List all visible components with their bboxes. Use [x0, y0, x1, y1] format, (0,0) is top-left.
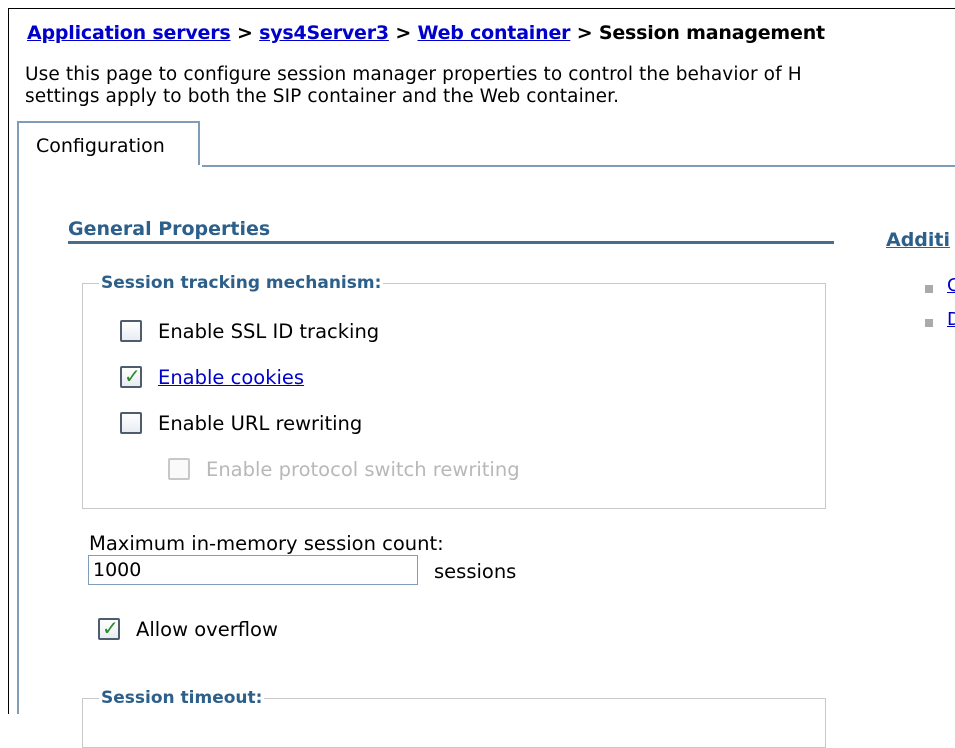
bullet-icon [925, 285, 933, 293]
allow-overflow-label: Allow overflow [136, 617, 278, 641]
session-timeout-fieldset: Session timeout: [82, 688, 826, 748]
window-frame-top [8, 8, 955, 9]
tab-panel-border-top [202, 165, 955, 167]
window-frame-left [8, 8, 9, 714]
enable-ssl-id-tracking-label: Enable SSL ID tracking [158, 319, 380, 343]
allow-overflow-checkbox[interactable]: ✓ [98, 616, 120, 640]
breadcrumb-separator: > [230, 22, 260, 44]
breadcrumb-sys4server3[interactable]: sys4Server3 [259, 22, 389, 44]
enable-url-rewriting-option: Enable URL rewriting [120, 410, 362, 436]
max-session-count-unit: sessions [434, 560, 517, 583]
enable-protocol-switch-rewriting-label: Enable protocol switch rewriting [206, 457, 520, 481]
checkmark-icon: ✓ [102, 616, 119, 640]
breadcrumb-separator: > [570, 22, 599, 44]
enable-url-rewriting-checkbox[interactable] [120, 412, 142, 434]
general-properties-heading: General Properties [68, 218, 271, 240]
checkmark-icon: ✓ [124, 364, 141, 388]
bullet-icon [925, 319, 933, 327]
allow-overflow-option: ✓ Allow overflow [98, 616, 278, 642]
description-line-1: Use this page to configure session manag… [25, 64, 802, 85]
tab-configuration[interactable]: Configuration [17, 121, 200, 165]
page-description: Use this page to configure session manag… [25, 64, 802, 108]
breadcrumb-web-container[interactable]: Web container [417, 22, 570, 44]
tab-configuration-label: Configuration [36, 135, 165, 157]
enable-cookies-link[interactable]: Enable cookies [158, 366, 304, 389]
enable-cookies-checkbox[interactable]: ✓ [120, 364, 142, 388]
enable-protocol-switch-rewriting-option: Enable protocol switch rewriting [168, 456, 520, 482]
additional-property-link-2[interactable]: D [947, 309, 955, 330]
breadcrumb-current: Session management [598, 22, 825, 44]
session-tracking-legend: Session tracking mechanism: [101, 273, 382, 293]
additional-property-link-1[interactable]: C [947, 275, 955, 296]
max-session-count-input[interactable] [88, 555, 418, 585]
max-session-count-label: Maximum in-memory session count: [89, 532, 444, 555]
description-line-2: settings apply to both the SIP container… [25, 86, 620, 107]
tab-panel-border-left [17, 165, 19, 714]
breadcrumb-application-servers[interactable]: Application servers [27, 22, 231, 44]
additional-properties-heading: Additi [886, 229, 951, 251]
session-timeout-legend: Session timeout: [101, 688, 263, 708]
enable-ssl-id-tracking-option: Enable SSL ID tracking [120, 318, 379, 344]
breadcrumb: Application servers > sys4Server3 > Web … [27, 22, 825, 44]
enable-cookies-option: ✓ Enable cookies [120, 364, 304, 390]
general-properties-rule [68, 241, 834, 244]
enable-url-rewriting-label: Enable URL rewriting [158, 411, 363, 435]
enable-protocol-switch-rewriting-checkbox [168, 458, 190, 480]
breadcrumb-separator: > [388, 22, 418, 44]
enable-ssl-id-tracking-checkbox[interactable] [120, 320, 142, 342]
